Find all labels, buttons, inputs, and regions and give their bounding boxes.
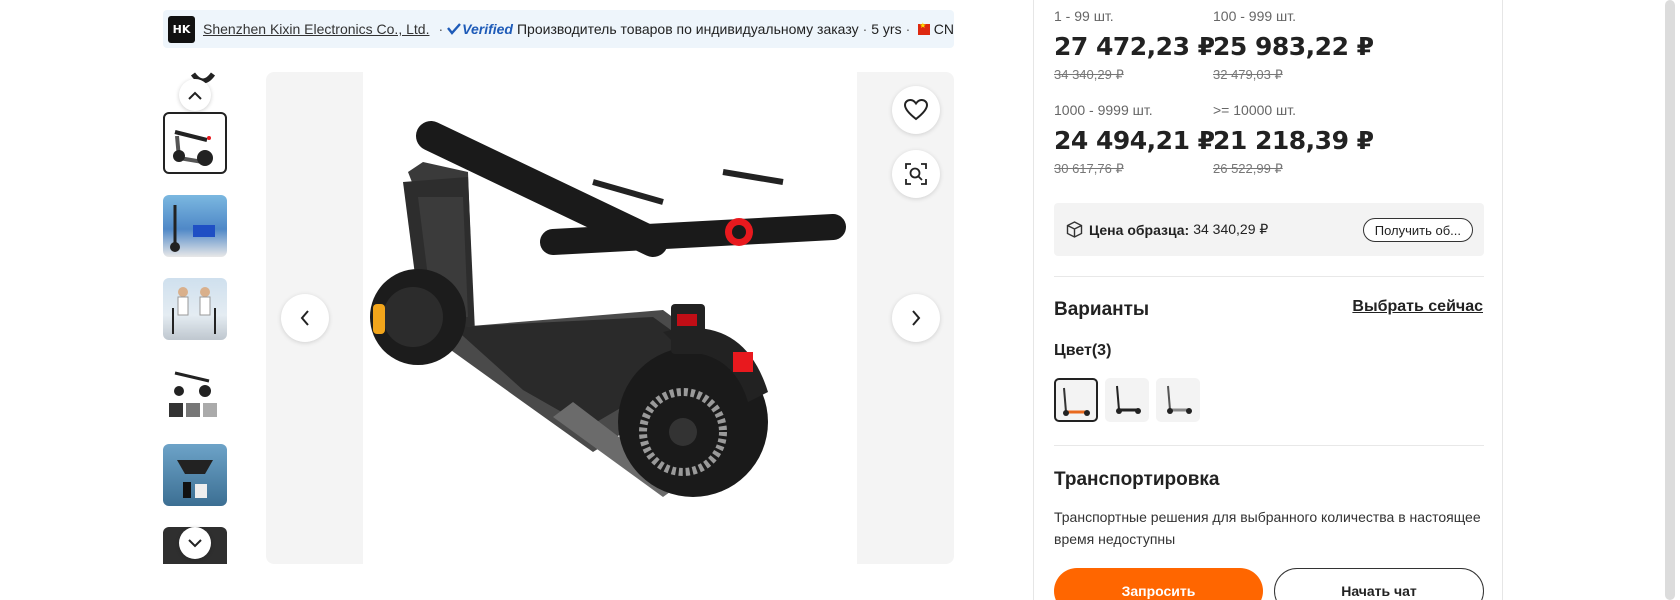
color-label: Цвет(3) — [1054, 342, 1112, 359]
tier-old-price: 32 479,03 ₽ — [1213, 67, 1283, 82]
visual-search-button[interactable] — [892, 150, 940, 198]
tier-price: 21 218,39 ₽ — [1213, 126, 1374, 155]
supplier-logo[interactable]: HK — [168, 15, 195, 43]
verified-label: Verified — [462, 21, 513, 37]
box-icon — [1066, 221, 1083, 238]
divider — [1054, 445, 1484, 446]
favorite-button[interactable] — [892, 86, 940, 134]
separator-dot: · — [862, 21, 868, 37]
color-swatch-black[interactable] — [1105, 378, 1149, 422]
verified-badge: Verified — [447, 21, 513, 37]
divider — [1054, 276, 1484, 277]
get-sample-button[interactable]: Получить об... — [1362, 218, 1473, 242]
thumbnail-details[interactable] — [163, 361, 227, 423]
previous-image-button[interactable] — [281, 294, 329, 342]
price-tier: 1 - 99 шт. 27 472,23 ₽ 34 340,29 ₽ — [1054, 8, 1215, 83]
price-tier: 1000 - 9999 шт. 24 494,21 ₽ 30 617,76 ₽ — [1054, 102, 1215, 177]
supplier-name-link[interactable]: Shenzhen Kixin Electronics Co., Ltd. — [203, 21, 429, 37]
heart-icon — [903, 99, 929, 121]
product-info-panel: 1 - 99 шт. 27 472,23 ₽ 34 340,29 ₽ 100 -… — [1033, 0, 1503, 600]
sample-price-label: Цена образца: — [1089, 221, 1190, 238]
tier-old-price: 26 522,99 ₽ — [1213, 161, 1283, 176]
tier-quantity: 1000 - 9999 шт. — [1054, 102, 1153, 118]
color-swatch-gray[interactable] — [1156, 378, 1200, 422]
tier-price: 24 494,21 ₽ — [1054, 126, 1215, 155]
page-scrollbar[interactable] — [1665, 0, 1675, 600]
china-flag-icon — [918, 21, 930, 35]
request-button[interactable]: Запросить — [1054, 568, 1263, 600]
price-tier: >= 10000 шт. 21 218,39 ₽ 26 522,99 ₽ — [1213, 102, 1374, 177]
thumbnail-riders[interactable] — [163, 278, 227, 340]
chevron-up-icon — [188, 91, 202, 100]
chevron-left-icon — [300, 310, 309, 326]
thumbnail-features[interactable] — [163, 444, 227, 506]
scooter-illustration — [370, 121, 846, 497]
thumbnail-list — [163, 72, 227, 564]
chevron-down-icon — [188, 538, 202, 547]
thumbnail-scroll-up-button[interactable] — [179, 79, 211, 111]
separator-dot: · — [438, 21, 444, 37]
color-swatch-orange[interactable] — [1054, 378, 1098, 422]
tier-quantity: 1 - 99 шт. — [1054, 8, 1114, 24]
tier-old-price: 34 340,29 ₽ — [1054, 67, 1124, 82]
supplier-type: Производитель товаров по индивидуальному… — [516, 21, 859, 37]
start-chat-button[interactable]: Начать чат — [1274, 568, 1484, 600]
price-tier: 100 - 999 шт. 25 983,22 ₽ 32 479,03 ₽ — [1213, 8, 1374, 83]
next-image-button[interactable] — [892, 294, 940, 342]
shipping-title: Транспортировка — [1054, 469, 1220, 490]
sample-price-value: 34 340,29 ₽ — [1193, 221, 1269, 237]
choose-now-link[interactable]: Выбрать сейчас — [1352, 298, 1483, 316]
thumbnail-scooter-beach[interactable] — [163, 195, 227, 257]
separator-dot: · — [905, 21, 911, 37]
thumbnail-scooter-folded[interactable] — [163, 112, 227, 174]
tier-price: 25 983,22 ₽ — [1213, 32, 1374, 61]
image-search-icon — [905, 163, 927, 185]
tier-price: 27 472,23 ₽ — [1054, 32, 1215, 61]
tier-quantity: >= 10000 шт. — [1213, 102, 1297, 118]
thumbnail-scroll-down-button[interactable] — [179, 527, 211, 559]
variants-title: Варианты — [1054, 299, 1150, 320]
tier-quantity: 100 - 999 шт. — [1213, 8, 1297, 24]
tier-old-price: 30 617,76 ₽ — [1054, 161, 1124, 176]
chevron-right-icon — [912, 310, 921, 326]
sample-price-box: Цена образца: 34 340,29 ₽ Получить об... — [1054, 203, 1484, 256]
supplier-banner: HK Shenzhen Kixin Electronics Co., Ltd. … — [163, 10, 954, 48]
shipping-text: Транспортные решения для выбранного коли… — [1054, 509, 1481, 547]
main-product-image[interactable] — [266, 72, 954, 564]
verified-check-icon — [447, 23, 462, 35]
supplier-years: 5 yrs — [871, 21, 902, 37]
supplier-country: CN — [933, 21, 954, 37]
